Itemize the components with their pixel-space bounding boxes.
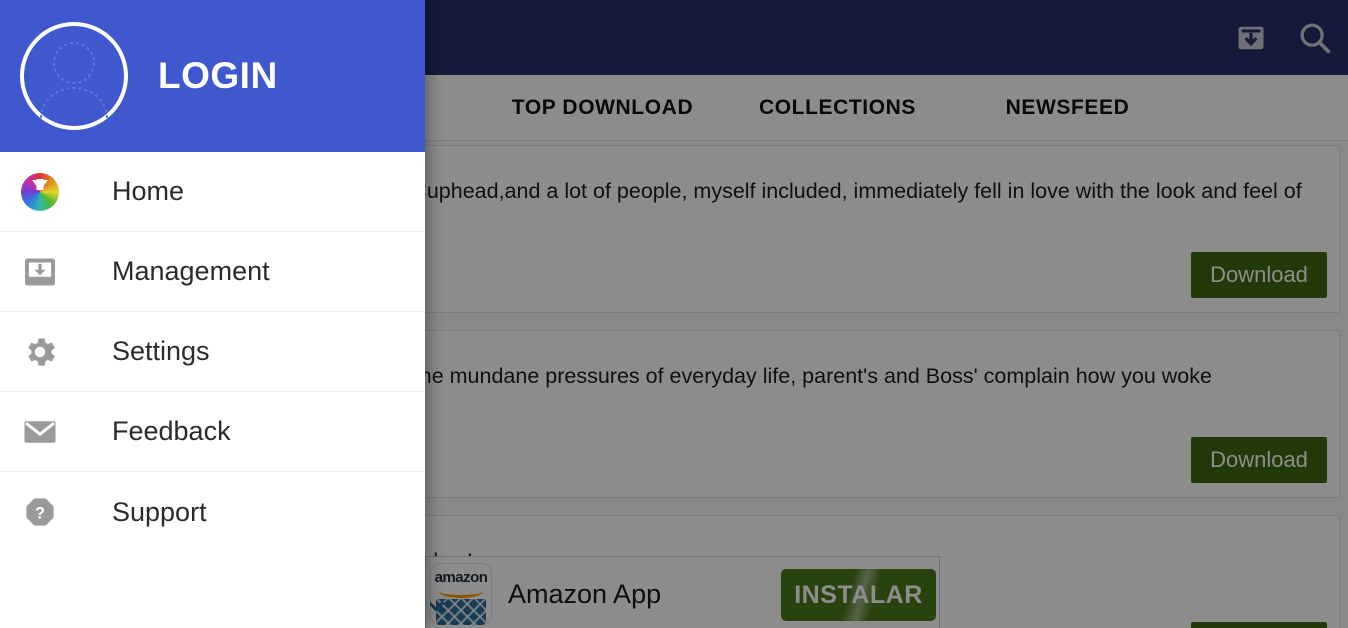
- amazon-smile-icon: [439, 585, 483, 598]
- drawer-item-label: Support: [112, 496, 207, 527]
- download-button[interactable]: Download: [1191, 252, 1327, 298]
- inbox-download-icon: [20, 252, 60, 292]
- drawer-header[interactable]: LOGIN: [0, 0, 425, 152]
- ad-title: Amazon App: [508, 578, 662, 609]
- tab-label: NEWSFEED: [1005, 95, 1130, 119]
- downloads-icon[interactable]: [1236, 23, 1266, 53]
- amazon-app-icon: amazon: [430, 563, 492, 625]
- gear-icon: [20, 332, 60, 372]
- app-bar-actions: [1236, 0, 1334, 75]
- drawer-item-label: Management: [112, 256, 270, 286]
- search-icon[interactable]: [1296, 19, 1334, 57]
- question-octagon-icon: ?: [20, 492, 60, 532]
- login-label: LOGIN: [158, 55, 278, 96]
- drawer-item-label: Settings: [112, 336, 210, 366]
- navigation-drawer: LOGIN Home Management Settings Feedback …: [0, 0, 425, 628]
- tab-top-download[interactable]: TOP DOWNLOAD: [485, 75, 720, 141]
- tab-newsfeed[interactable]: NEWSFEED: [955, 75, 1180, 141]
- drawer-item-label: Home: [112, 176, 185, 206]
- ad-banner[interactable]: amazon Amazon App INSTALAR: [425, 556, 940, 628]
- drawer-item-management[interactable]: Management: [0, 232, 425, 312]
- download-button[interactable]: Download: [1191, 437, 1327, 483]
- drawer-item-support[interactable]: ? Support: [0, 472, 425, 552]
- envelope-icon: [20, 412, 60, 452]
- app-screen: HOT TOP NEW TOP DOWNLOAD COLLECTIONS NEW…: [0, 0, 1348, 628]
- ad-install-button[interactable]: INSTALAR: [781, 569, 936, 621]
- drawer-item-home[interactable]: Home: [0, 152, 425, 232]
- download-button[interactable]: Download: [1191, 622, 1327, 628]
- svg-text:?: ?: [35, 505, 45, 523]
- drawer-item-settings[interactable]: Settings: [0, 312, 425, 392]
- amazon-wordmark: amazon: [434, 569, 488, 586]
- avatar[interactable]: [20, 22, 128, 130]
- color-wheel-download-icon: [20, 172, 60, 212]
- tab-collections[interactable]: COLLECTIONS: [720, 75, 955, 141]
- tab-label: TOP DOWNLOAD: [511, 95, 694, 119]
- drawer-item-label: Feedback: [112, 416, 231, 446]
- person-placeholder-icon: [40, 42, 108, 119]
- tab-label: COLLECTIONS: [758, 95, 917, 119]
- drawer-item-feedback[interactable]: Feedback: [0, 392, 425, 472]
